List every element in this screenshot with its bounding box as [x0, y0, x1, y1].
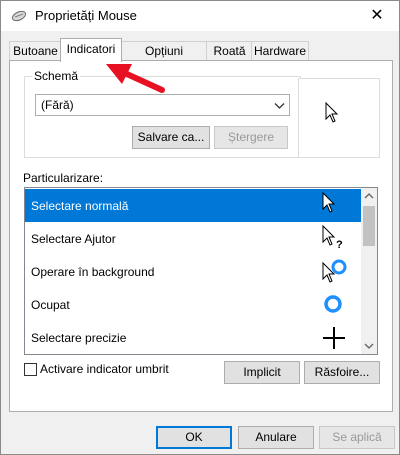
list-item[interactable]: Selectare precizie [25, 321, 361, 354]
busy-cursor-icon [321, 290, 345, 321]
scrollbar-thumb[interactable] [363, 206, 375, 246]
list-item[interactable]: Selectare normală [25, 189, 361, 222]
list-scrollbar[interactable] [361, 188, 377, 354]
browse-button[interactable]: Răsfoire... [304, 361, 380, 384]
scroll-down-icon[interactable] [361, 338, 377, 354]
close-button[interactable]: ✕ [355, 1, 399, 31]
cancel-button[interactable]: Anulare [238, 426, 314, 449]
list-item-label: Selectare precizie [31, 331, 127, 345]
arrow-cursor-icon [325, 101, 339, 127]
svg-text:?: ? [336, 239, 343, 250]
tab-hardware[interactable]: Hardware [251, 41, 309, 61]
cursor-list[interactable]: Selectare normală Selectare Ajutor ? Ope… [24, 187, 378, 355]
cursor-preview [298, 78, 380, 158]
delete-scheme-button[interactable]: Ștergere [214, 126, 288, 149]
list-item[interactable]: Ocupat [25, 288, 361, 321]
scheme-group-label: Schemă [32, 69, 81, 83]
scroll-up-icon[interactable] [361, 188, 377, 204]
list-item-label: Selectare normală [31, 199, 129, 213]
mouse-properties-window: Proprietăți Mouse ✕ Butoane Indicatori O… [0, 0, 400, 455]
tab-indicatori[interactable]: Indicatori [60, 38, 122, 62]
help-cursor-icon: ? [321, 224, 345, 253]
pointers-tab-panel: Schemă (Fără) Salvare ca... Ștergere Par… [9, 60, 393, 412]
chevron-down-icon [274, 99, 285, 113]
shadow-checkbox-label: Activare indicator umbrit [40, 362, 169, 376]
apply-button[interactable]: Se aplică [319, 426, 395, 449]
tab-butoane[interactable]: Butoane [9, 41, 62, 61]
list-item-label: Ocupat [31, 298, 70, 312]
window-title: Proprietăți Mouse [35, 8, 137, 23]
list-item[interactable]: Operare în background [25, 255, 361, 288]
list-item-label: Operare în background [31, 265, 155, 279]
save-as-button[interactable]: Salvare ca... [132, 126, 210, 149]
list-item-label: Selectare Ajutor [31, 232, 116, 246]
tab-optiuni-indicatori[interactable]: Opțiuni indicatori [120, 41, 208, 77]
ok-button[interactable]: OK [156, 426, 232, 449]
arrow-cursor-icon [321, 191, 337, 218]
title-bar[interactable]: Proprietăți Mouse ✕ [1, 1, 399, 31]
customize-label: Particularizare: [23, 171, 104, 185]
precision-cursor-icon [321, 323, 347, 354]
tab-roata[interactable]: Roată [206, 41, 253, 61]
scheme-selected-value: (Fără) [41, 98, 74, 112]
mouse-icon [11, 9, 27, 26]
working-in-background-cursor-icon [321, 257, 347, 288]
default-button[interactable]: Implicit [224, 361, 300, 384]
shadow-checkbox[interactable] [24, 363, 37, 376]
list-item[interactable]: Selectare Ajutor ? [25, 222, 361, 255]
annotation-arrow-icon [104, 60, 166, 97]
scheme-dropdown[interactable]: (Fără) [35, 94, 290, 116]
